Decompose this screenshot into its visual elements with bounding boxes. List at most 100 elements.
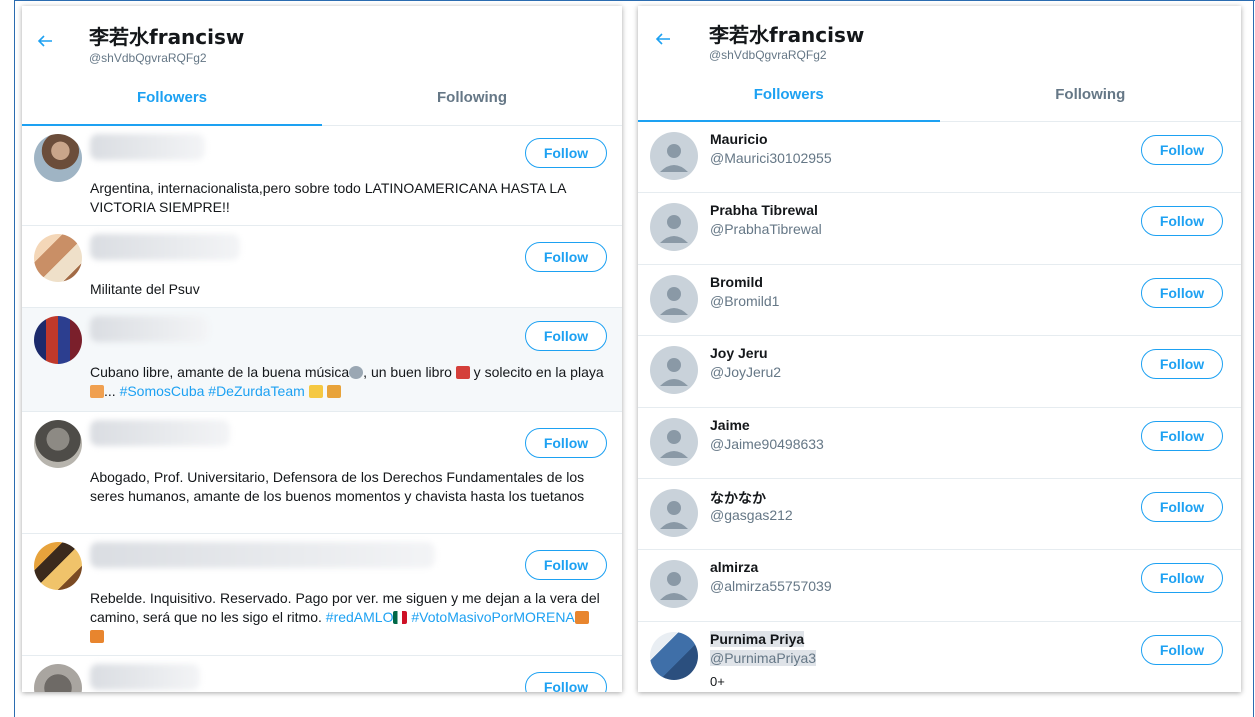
beach-icon	[90, 385, 104, 398]
user-row[interactable]: Purnima Priya @PurnimaPriya3 0+ Follow	[638, 622, 1241, 692]
user-handle: @gasgas212	[710, 507, 793, 523]
user-name[interactable]: Joy Jeru	[710, 345, 768, 361]
emoji-icon	[308, 385, 323, 398]
default-avatar-icon[interactable]	[650, 203, 698, 252]
blurred-name	[90, 542, 435, 568]
user-row[interactable]: Bromild @Bromild1 Follow	[638, 265, 1241, 337]
user-row[interactable]: Mauricio @Maurici30102955 Follow	[638, 122, 1241, 194]
blurred-name	[90, 664, 200, 690]
back-arrow-icon[interactable]	[36, 32, 54, 50]
emoji-icon	[574, 611, 589, 624]
list-item[interactable]: Follow	[22, 656, 622, 692]
frame-left	[14, 0, 15, 717]
avatar[interactable]	[34, 664, 82, 692]
profile-header: 李若水francisw @shVdbQgvraRQFg2	[22, 6, 622, 66]
bio-text: , un buen libro	[363, 364, 452, 380]
user-name[interactable]: almirza	[710, 559, 758, 575]
user-handle: @Maurici30102955	[710, 150, 832, 166]
back-arrow-icon[interactable]	[654, 30, 672, 48]
user-name[interactable]: なかなか	[710, 488, 766, 508]
default-avatar-icon[interactable]	[650, 489, 698, 537]
followers-panel-right: 李若水francisw @shVdbQgvraRQFg2 Followers F…	[638, 6, 1241, 692]
tab-following[interactable]: Following	[940, 66, 1242, 122]
default-avatar-icon[interactable]	[650, 132, 698, 180]
user-row[interactable]: Joy Jeru @JoyJeru2 Follow	[638, 336, 1241, 408]
blurred-name	[90, 420, 230, 446]
bio-text: y solecito en la playa	[469, 364, 604, 380]
follow-button[interactable]: Follow	[1141, 277, 1223, 308]
profile-header: 李若水francisw @shVdbQgvraRQFg2	[638, 6, 1241, 66]
follow-button[interactable]: Follow	[1141, 492, 1223, 522]
bio-text: Cubano libre, amante de la buena música	[90, 364, 350, 380]
emoji-icon	[90, 630, 104, 643]
hashtag-link[interactable]: #VotoMasivoPorMORENA	[411, 609, 574, 625]
frame-right	[1253, 0, 1254, 717]
user-name[interactable]: Mauricio	[710, 131, 768, 147]
user-bio: Abogado, Prof. Universitario, Defensora …	[90, 469, 585, 504]
default-avatar-icon[interactable]	[650, 560, 698, 609]
user-name[interactable]: Jaime	[710, 417, 750, 433]
list-item[interactable]: Follow Cubano libre, amante de la buena …	[22, 308, 622, 412]
list-item[interactable]: Follow Militante del Psuv	[22, 226, 622, 308]
user-name[interactable]: Bromild	[710, 274, 763, 290]
follow-button[interactable]: Follow	[525, 138, 607, 168]
default-avatar-icon[interactable]	[650, 274, 698, 323]
user-row[interactable]: Jaime @Jaime90498633 Follow	[638, 408, 1241, 479]
user-bio: Militante del Psuv	[90, 281, 200, 297]
profile-title: 李若水francisw	[89, 25, 245, 49]
list-item[interactable]: Follow Argentina, internacionalista,pero…	[22, 126, 622, 226]
frame-top	[14, 0, 1255, 1]
follow-button[interactable]: Follow	[1141, 420, 1223, 451]
avatar[interactable]	[34, 316, 82, 364]
tab-bar: Followers Following	[22, 66, 622, 126]
tab-followers[interactable]: Followers	[638, 66, 940, 122]
avatar[interactable]	[34, 234, 82, 282]
follow-button[interactable]: Follow	[1141, 634, 1223, 665]
profile-handle: @shVdbQgvraRQFg2	[709, 48, 827, 62]
tab-following[interactable]: Following	[322, 66, 622, 126]
user-handle: @JoyJeru2	[710, 364, 782, 381]
emoji-icon	[326, 385, 341, 398]
profile-handle: @shVdbQgvraRQFg2	[89, 51, 207, 65]
follow-button[interactable]: Follow	[525, 550, 607, 580]
avatar[interactable]	[34, 134, 82, 182]
follow-button[interactable]: Follow	[1141, 135, 1223, 165]
user-row[interactable]: なかなか @gasgas212 Follow	[638, 479, 1241, 551]
user-name[interactable]: Prabha Tibrewal	[710, 202, 818, 218]
follow-button[interactable]: Follow	[525, 428, 607, 458]
avatar[interactable]	[34, 420, 82, 468]
follow-button[interactable]: Follow	[525, 242, 607, 272]
user-handle: @PurnimaPriya3	[710, 649, 817, 666]
bio-hashtags[interactable]: #SomosCuba #DeZurdaTeam	[120, 383, 305, 399]
user-handle: @almirza55757039	[710, 578, 832, 595]
list-item[interactable]: Follow Rebelde. Inquisitivo. Reservado. …	[22, 534, 622, 656]
blurred-name	[90, 234, 240, 260]
avatar[interactable]	[650, 631, 698, 680]
user-bio: 0+	[710, 673, 725, 689]
user-bio: Rebelde. Inquisitivo. Reservado. Pago po…	[90, 589, 604, 646]
user-row[interactable]: Prabha Tibrewal @PrabhaTibrewal Follow	[638, 193, 1241, 265]
user-bio: Cubano libre, amante de la buena música,…	[90, 363, 604, 401]
bio-text: ...	[104, 383, 120, 399]
follow-button[interactable]: Follow	[525, 672, 607, 692]
user-name[interactable]: Purnima Priya	[710, 630, 805, 647]
follow-button[interactable]: Follow	[1141, 349, 1223, 380]
followers-panel-left: 李若水francisw @shVdbQgvraRQFg2 Followers F…	[22, 6, 622, 692]
follow-button[interactable]: Follow	[1141, 563, 1223, 594]
default-avatar-icon[interactable]	[650, 346, 698, 395]
default-avatar-icon[interactable]	[650, 417, 698, 466]
headphones-icon	[349, 366, 364, 379]
user-handle: @Bromild1	[710, 292, 780, 309]
user-row[interactable]: almirza @almirza55757039 Follow	[638, 550, 1241, 622]
list-item[interactable]: Follow Abogado, Prof. Universitario, Def…	[22, 412, 622, 534]
follow-button[interactable]: Follow	[525, 321, 607, 351]
profile-title: 李若水francisw	[709, 23, 865, 47]
avatar[interactable]	[34, 542, 82, 590]
user-bio: Argentina, internacionalista,pero sobre …	[90, 180, 566, 215]
book-icon	[455, 366, 470, 379]
follow-button[interactable]: Follow	[1141, 206, 1223, 237]
hashtag-link[interactable]: #redAMLO	[326, 609, 394, 625]
tab-followers[interactable]: Followers	[22, 66, 322, 126]
mexico-flag-icon	[393, 611, 408, 624]
blurred-name	[90, 134, 205, 160]
